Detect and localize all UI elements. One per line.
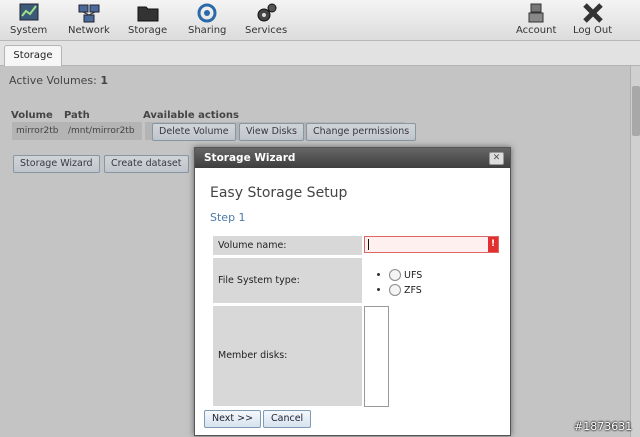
toolbar-system-label: System — [10, 25, 48, 36]
sharing-icon — [197, 3, 217, 23]
member-disks-label: Member disks: — [213, 306, 362, 406]
volume-name-label: Volume name: — [213, 236, 362, 255]
system-icon — [19, 3, 39, 21]
next-button[interactable]: Next >> — [204, 410, 262, 428]
scrollbar-thumb[interactable] — [632, 86, 640, 136]
toolbar-services-label: Services — [245, 25, 288, 36]
toolbar-network-label: Network — [68, 25, 110, 36]
network-icon — [78, 4, 100, 23]
bullet-icon — [377, 288, 380, 291]
storage-wizard-dialog: Storage Wizard ✕ Easy Storage Setup Step… — [194, 147, 511, 436]
content-scrollbar[interactable] — [630, 66, 640, 437]
toolbar-services[interactable]: Services — [245, 2, 287, 37]
dialog-titlebar[interactable]: Storage Wizard ✕ — [195, 148, 510, 168]
tab-strip: Storage — [0, 41, 640, 66]
toolbar-sharing[interactable]: Sharing — [188, 2, 226, 37]
tab-storage[interactable]: Storage — [4, 45, 62, 66]
dialog-title: Storage Wizard — [204, 152, 296, 164]
text-caret — [368, 239, 369, 250]
zfs-label: ZFS — [404, 285, 422, 296]
dialog-step: Step 1 — [210, 211, 246, 224]
zfs-radio[interactable] — [389, 284, 401, 296]
services-icon — [257, 3, 277, 22]
toolbar-network[interactable]: Network — [68, 2, 110, 37]
toolbar-account-label: Account — [516, 25, 557, 36]
watermark-text: #1873631 — [574, 420, 633, 433]
toolbar-system[interactable]: System — [10, 2, 47, 37]
toolbar-account[interactable]: Account — [516, 2, 556, 37]
toolbar-storage[interactable]: Storage — [128, 2, 167, 37]
account-icon — [528, 3, 544, 23]
toolbar-sharing-label: Sharing — [188, 25, 227, 36]
member-disks-list[interactable] — [364, 306, 389, 407]
logout-icon — [582, 3, 603, 23]
toolbar-logout[interactable]: Log Out — [573, 2, 612, 37]
ufs-radio[interactable] — [389, 269, 401, 281]
close-icon[interactable]: ✕ — [489, 152, 504, 165]
main-toolbar: System Network Storage Sharing Services — [0, 0, 640, 41]
cancel-button[interactable]: Cancel — [263, 410, 312, 428]
toolbar-logout-label: Log Out — [573, 25, 613, 36]
dialog-heading: Easy Storage Setup — [210, 185, 348, 201]
fs-type-label: File System type: — [213, 258, 362, 303]
volume-name-input[interactable]: ! — [364, 236, 499, 253]
warning-icon: ! — [488, 237, 498, 252]
toolbar-storage-label: Storage — [128, 25, 168, 36]
bullet-icon — [377, 273, 380, 276]
storage-icon — [137, 6, 159, 22]
ufs-label: UFS — [404, 270, 423, 281]
